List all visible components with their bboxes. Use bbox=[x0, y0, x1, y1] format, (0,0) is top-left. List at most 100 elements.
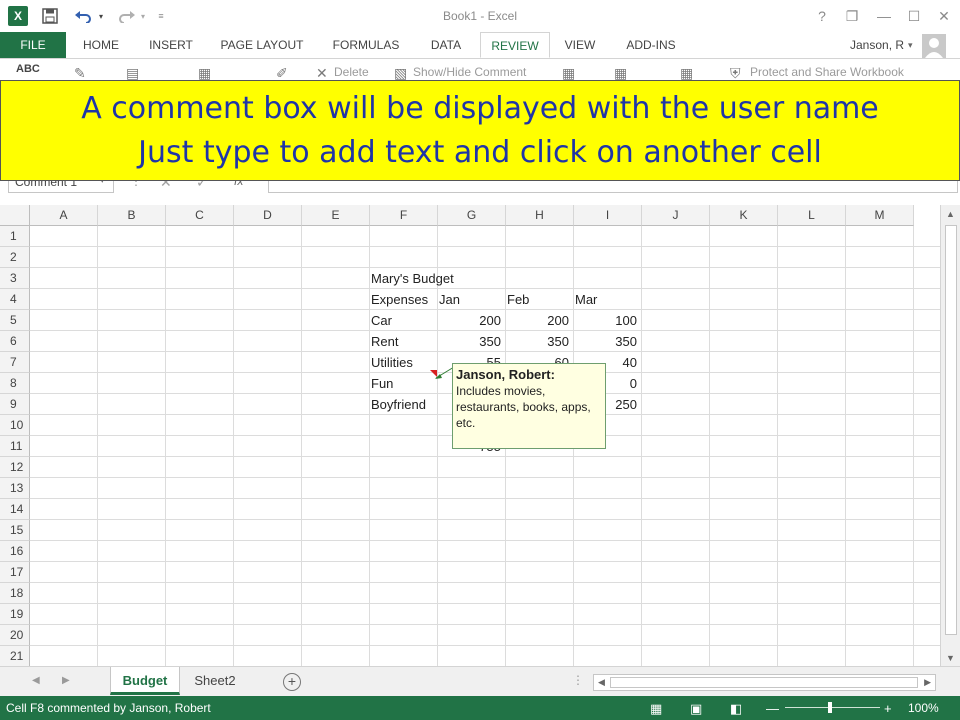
cell-i5[interactable]: 100 bbox=[572, 310, 640, 331]
tab-view[interactable]: VIEW bbox=[556, 32, 604, 58]
column-header-h[interactable]: H bbox=[506, 205, 574, 226]
avatar[interactable] bbox=[922, 34, 946, 58]
column-header-m[interactable]: M bbox=[846, 205, 914, 226]
row-header-17[interactable]: 17 bbox=[0, 562, 30, 583]
vertical-scroll-thumb[interactable] bbox=[945, 225, 957, 635]
column-header-g[interactable]: G bbox=[438, 205, 506, 226]
row-header-14[interactable]: 14 bbox=[0, 499, 30, 520]
sheet-tab-sheet2[interactable]: Sheet2 bbox=[184, 667, 246, 695]
cell-i4[interactable]: Mar bbox=[572, 289, 600, 310]
column-header-d[interactable]: D bbox=[234, 205, 302, 226]
row-header-10[interactable]: 10 bbox=[0, 415, 30, 436]
column-header-k[interactable]: K bbox=[710, 205, 778, 226]
row-header-9[interactable]: 9 bbox=[0, 394, 30, 415]
comment-box[interactable]: Janson, Robert: Includes movies, restaur… bbox=[452, 363, 606, 449]
page-break-preview-icon[interactable]: ◧ bbox=[730, 701, 742, 717]
spelling-button[interactable]: ABC bbox=[16, 63, 40, 75]
prev-sheet-icon[interactable]: ◀ bbox=[32, 675, 40, 686]
new-sheet-button[interactable]: + bbox=[283, 673, 301, 691]
gridline-horizontal bbox=[30, 603, 940, 604]
row-header-12[interactable]: 12 bbox=[0, 457, 30, 478]
zoom-slider[interactable] bbox=[785, 707, 880, 708]
column-header-i[interactable]: I bbox=[574, 205, 642, 226]
scroll-down-icon[interactable]: ▼ bbox=[946, 653, 955, 663]
maximize-icon[interactable]: ☐ bbox=[904, 6, 924, 26]
column-header-a[interactable]: A bbox=[30, 205, 98, 226]
delete-comment-button[interactable]: Delete bbox=[334, 65, 369, 79]
row-header-18[interactable]: 18 bbox=[0, 583, 30, 604]
row-header-16[interactable]: 16 bbox=[0, 541, 30, 562]
cell-f4[interactable]: Expenses bbox=[368, 289, 431, 310]
row-header-13[interactable]: 13 bbox=[0, 478, 30, 499]
cell-h4[interactable]: Feb bbox=[504, 289, 532, 310]
user-dropdown-icon[interactable]: ▾ bbox=[908, 40, 913, 51]
sheet-tab-budget[interactable]: Budget bbox=[110, 667, 180, 695]
page-layout-view-icon[interactable]: ▣ bbox=[690, 701, 702, 717]
row-header-2[interactable]: 2 bbox=[0, 247, 30, 268]
show-hide-comment-button[interactable]: Show/Hide Comment bbox=[413, 65, 526, 79]
tab-insert[interactable]: INSERT bbox=[140, 32, 202, 58]
ribbon-display-options-icon[interactable]: ❐ bbox=[842, 6, 862, 26]
zoom-slider-knob[interactable] bbox=[828, 702, 832, 713]
cell-f5[interactable]: Car bbox=[368, 310, 395, 331]
vertical-scrollbar[interactable]: ▲ ▼ bbox=[940, 205, 960, 666]
close-icon[interactable]: ✕ bbox=[934, 6, 954, 26]
user-account-name[interactable]: Janson, R bbox=[850, 38, 904, 52]
scroll-left-icon[interactable]: ◀ bbox=[598, 677, 605, 688]
select-all-corner[interactable] bbox=[0, 205, 30, 226]
zoom-in-icon[interactable]: + bbox=[884, 701, 892, 716]
cell-f8[interactable]: Fun bbox=[368, 373, 396, 394]
next-sheet-icon[interactable]: ▶ bbox=[62, 675, 70, 686]
row-header-3[interactable]: 3 bbox=[0, 268, 30, 289]
cell-g6[interactable]: 350 bbox=[436, 331, 504, 352]
horizontal-scroll-thumb[interactable] bbox=[610, 677, 918, 688]
cell-f6[interactable]: Rent bbox=[368, 331, 401, 352]
column-header-l[interactable]: L bbox=[778, 205, 846, 226]
gridline-horizontal bbox=[30, 267, 940, 268]
row-header-11[interactable]: 11 bbox=[0, 436, 30, 457]
row-header-1[interactable]: 1 bbox=[0, 226, 30, 247]
tab-formulas[interactable]: FORMULAS bbox=[322, 32, 410, 58]
tab-add-ins[interactable]: ADD-INS bbox=[614, 32, 688, 58]
tab-review[interactable]: REVIEW bbox=[480, 32, 550, 58]
row-header-21[interactable]: 21 bbox=[0, 646, 30, 666]
cell-h6[interactable]: 350 bbox=[504, 331, 572, 352]
cell-f7[interactable]: Utilities bbox=[368, 352, 416, 373]
tab-home[interactable]: HOME bbox=[72, 32, 130, 58]
status-message: Cell F8 commented by Janson, Robert bbox=[6, 701, 211, 715]
cell-g5[interactable]: 200 bbox=[436, 310, 504, 331]
tab-file[interactable]: FILE bbox=[0, 32, 66, 58]
horizontal-scrollbar[interactable]: ◀ ▶ bbox=[593, 674, 936, 691]
minimize-icon[interactable]: — bbox=[874, 6, 894, 26]
column-header-c[interactable]: C bbox=[166, 205, 234, 226]
tab-data[interactable]: DATA bbox=[420, 32, 472, 58]
zoom-out-icon[interactable]: — bbox=[766, 701, 779, 716]
cell-h5[interactable]: 200 bbox=[504, 310, 572, 331]
scroll-right-icon[interactable]: ▶ bbox=[924, 677, 931, 688]
tab-split-handle-icon[interactable]: ⋮ bbox=[572, 673, 584, 687]
protect-share-workbook-button[interactable]: Protect and Share Workbook bbox=[750, 65, 904, 79]
row-header-6[interactable]: 6 bbox=[0, 331, 30, 352]
row-header-19[interactable]: 19 bbox=[0, 604, 30, 625]
row-header-4[interactable]: 4 bbox=[0, 289, 30, 310]
worksheet-grid[interactable]: ABCDEFGHIJKLM 1 2 3 4 5 6 7 8 9 10 11 12 13 14 15 16 17 1… bbox=[0, 205, 940, 666]
row-header-8[interactable]: 8 bbox=[0, 373, 30, 394]
row-header-5[interactable]: 5 bbox=[0, 310, 30, 331]
tab-page-layout[interactable]: PAGE LAYOUT bbox=[212, 32, 312, 58]
cell-g4[interactable]: Jan bbox=[436, 289, 463, 310]
column-header-f[interactable]: F bbox=[370, 205, 438, 226]
cell-i6[interactable]: 350 bbox=[572, 331, 640, 352]
zoom-level[interactable]: 100% bbox=[908, 701, 939, 715]
comment-text[interactable]: Includes movies, restaurants, books, app… bbox=[456, 383, 602, 431]
row-header-15[interactable]: 15 bbox=[0, 520, 30, 541]
row-header-7[interactable]: 7 bbox=[0, 352, 30, 373]
cell-f9[interactable]: Boyfriend bbox=[368, 394, 429, 415]
column-header-b[interactable]: B bbox=[98, 205, 166, 226]
cell-f3[interactable]: Mary's Budget bbox=[368, 268, 457, 289]
row-header-20[interactable]: 20 bbox=[0, 625, 30, 646]
column-header-j[interactable]: J bbox=[642, 205, 710, 226]
normal-view-icon[interactable]: ▦ bbox=[650, 701, 662, 717]
scroll-up-icon[interactable]: ▲ bbox=[946, 209, 955, 219]
help-icon[interactable]: ? bbox=[812, 6, 832, 26]
column-header-e[interactable]: E bbox=[302, 205, 370, 226]
